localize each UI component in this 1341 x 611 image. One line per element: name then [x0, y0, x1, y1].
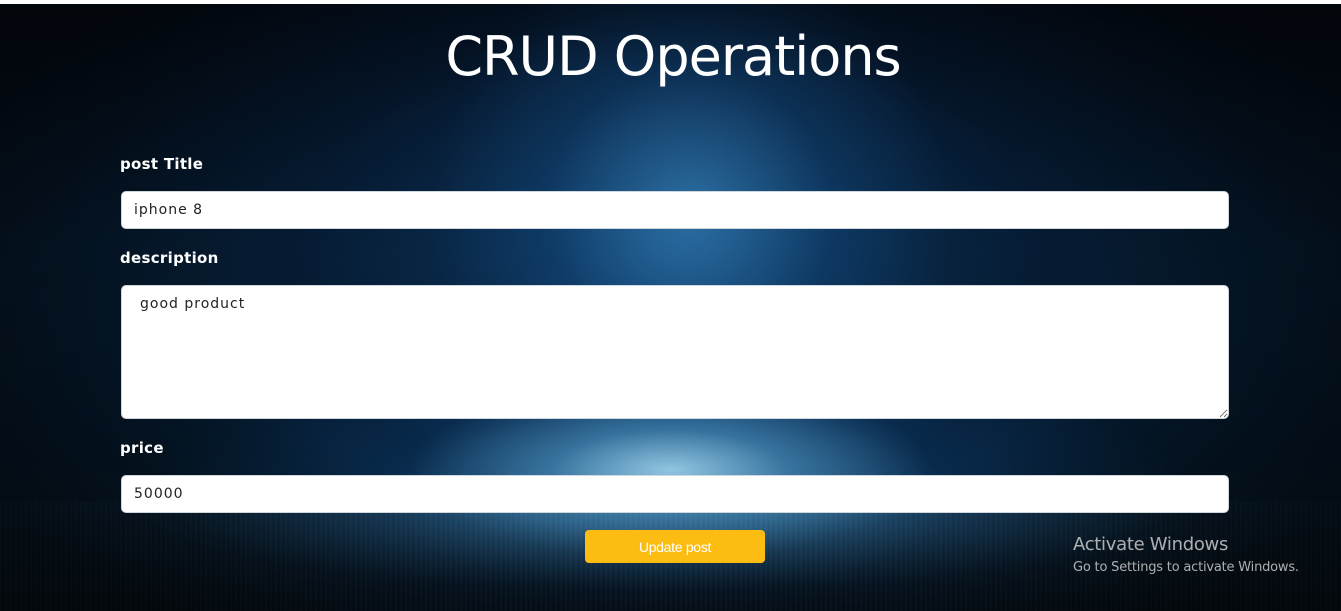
- watermark-title: Activate Windows: [1073, 534, 1229, 555]
- description-label: description: [120, 249, 219, 267]
- post-title-input[interactable]: [121, 191, 1229, 229]
- page-title: CRUD Operations: [445, 25, 901, 88]
- app-window: CRUD Operations post Title description g…: [0, 0, 1341, 611]
- price-label: price: [120, 439, 164, 457]
- windows-activation-watermark: Activate Windows Go to Settings to activ…: [1073, 534, 1299, 578]
- post-title-label: post Title: [120, 155, 204, 173]
- watermark-subtitle: Go to Settings to activate Windows.: [1073, 560, 1299, 575]
- update-post-button[interactable]: Update post: [585, 530, 765, 563]
- price-input[interactable]: [121, 475, 1229, 513]
- top-edge-strip: [0, 0, 1341, 4]
- description-textarea[interactable]: good product: [121, 285, 1229, 419]
